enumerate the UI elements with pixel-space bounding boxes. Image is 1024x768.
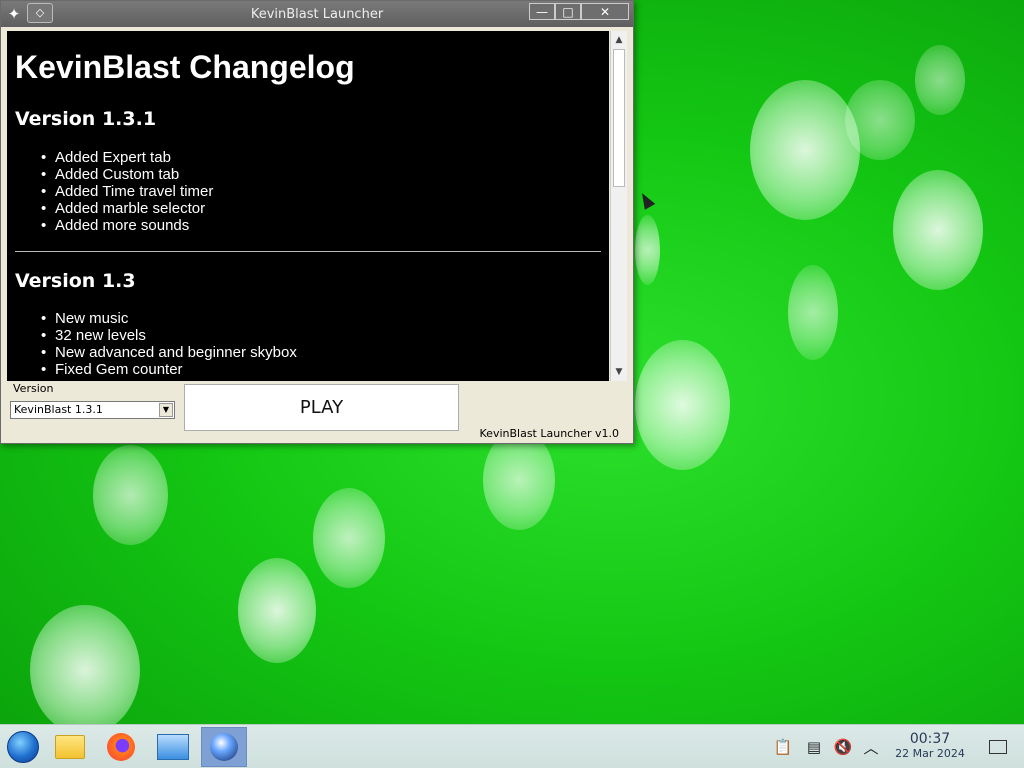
changelog-panel[interactable]: KevinBlast Changelog Version 1.3.1 Added… [7,31,609,381]
scroll-down-icon[interactable]: ▼ [611,364,627,380]
section-version-heading: Version 1.3.1 [15,108,157,130]
bokeh-circle [238,558,316,663]
bokeh-circle [30,605,140,724]
bokeh-circle [635,340,730,470]
bokeh-circle [635,215,660,285]
scrollbar-thumb[interactable] [613,49,625,187]
clock[interactable]: 00:37 22 Mar 2024 [886,731,974,761]
list-item: Added marble selector [41,200,213,217]
folder-icon [55,735,85,759]
start-orb-icon [7,731,39,763]
list-item: New music [41,310,297,327]
kevinblast-icon [210,733,238,761]
play-button[interactable]: PLAY [184,384,459,431]
list-item: Added more sounds [41,217,213,234]
version-select[interactable]: KevinBlast 1.3.1 ▼ [10,401,175,419]
version-select-value: KevinBlast 1.3.1 [14,403,103,416]
taskbar-file-manager[interactable] [47,727,93,767]
chevron-up-icon[interactable]: ︿ [861,725,881,768]
firefox-icon [107,733,135,761]
minimize-button[interactable]: — [529,3,555,20]
scroll-up-icon[interactable]: ▲ [611,32,627,48]
bokeh-circle [845,80,915,160]
taskbar-kevinblast[interactable] [201,727,247,767]
bokeh-circle [915,45,965,115]
bokeh-circle [93,445,168,545]
taskbar: 📋 ▤ 🔇 ︿ 00:37 22 Mar 2024 [0,724,1024,768]
close-button[interactable]: ✕ [581,3,629,20]
launcher-window: ✦ ◇ KevinBlast Launcher — □ ✕ KevinBlast… [0,0,634,444]
chevron-down-icon[interactable]: ▼ [159,403,173,417]
bokeh-circle [483,430,555,530]
clipboard-icon[interactable]: 📋 [772,725,794,768]
list-item: New advanced and beginner skybox [41,344,297,361]
changelog-list: New music 32 new levels New advanced and… [41,310,297,378]
bokeh-circle [893,170,983,290]
section-version-heading: Version 1.3 [15,270,136,292]
list-item: 32 new levels [41,327,297,344]
list-item: Added Custom tab [41,166,213,183]
taskbar-firefox[interactable] [98,727,144,767]
version-label: Version [13,382,54,395]
clock-time: 00:37 [909,731,951,747]
section-divider [15,251,601,252]
changelog-heading: KevinBlast Changelog [15,49,355,85]
clock-date: 22 Mar 2024 [895,747,965,760]
system-settings-icon [157,734,189,760]
list-item: Added Expert tab [41,149,213,166]
maximize-button[interactable]: □ [555,3,581,20]
launcher-version-text: KevinBlast Launcher v1.0 [479,427,619,440]
device-icon[interactable]: ▤ [803,725,825,768]
bokeh-circle [788,265,838,360]
window-titlebar[interactable]: ✦ ◇ KevinBlast Launcher — □ ✕ [1,1,633,27]
bokeh-circle [750,80,860,220]
show-desktop-icon[interactable] [986,725,1010,768]
list-item: Added Time travel timer [41,183,213,200]
changelog-list: Added Expert tab Added Custom tab Added … [41,149,213,234]
volume-muted-icon[interactable]: 🔇 [832,725,854,768]
list-item: Fixed Gem counter [41,361,297,378]
start-menu-button[interactable] [0,727,46,767]
changelog-scrollbar[interactable]: ▲ ▼ [610,31,627,381]
bokeh-circle [313,488,385,588]
taskbar-system-settings[interactable] [150,727,196,767]
